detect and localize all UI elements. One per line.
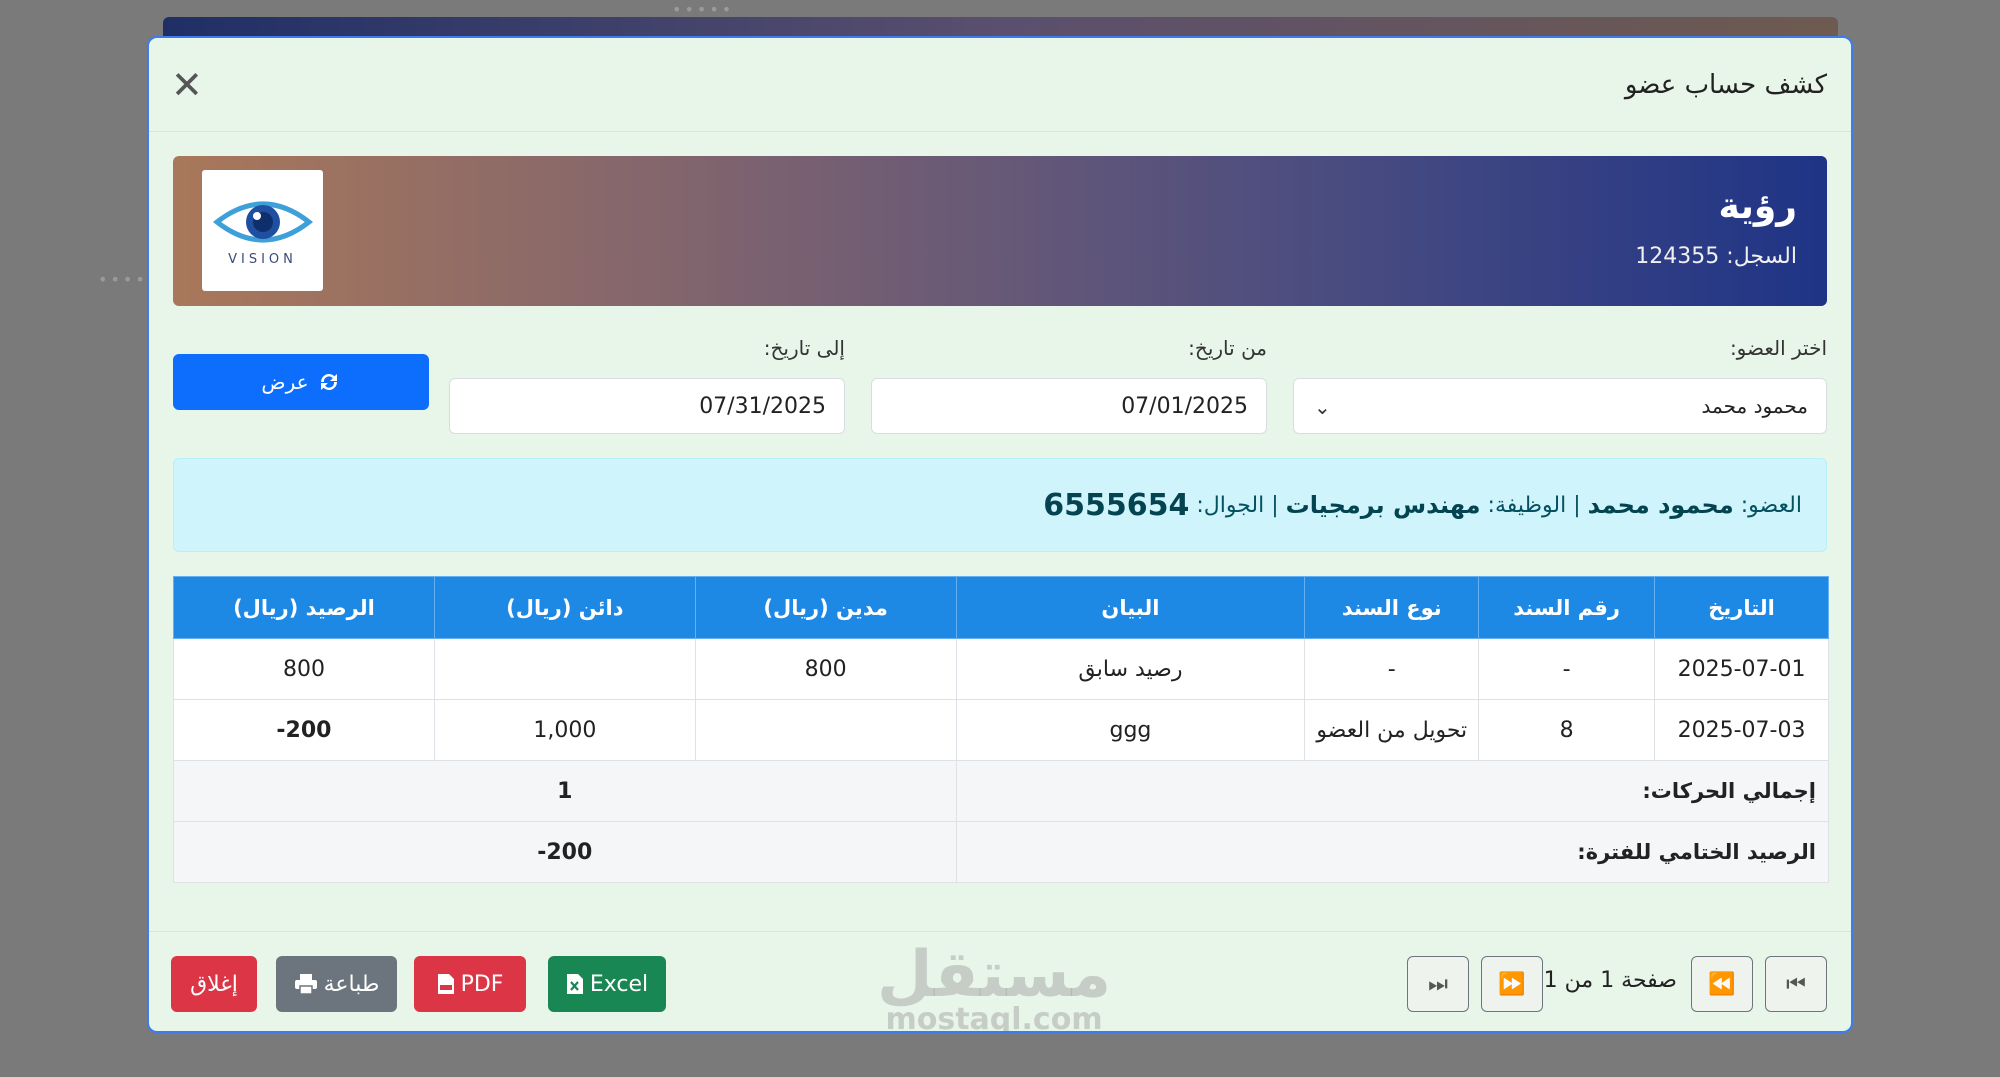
close-icon[interactable]: ✕ (171, 66, 203, 104)
organization-name: رؤية (1718, 186, 1797, 227)
column-header-balance: الرصيد (ريال) (173, 576, 435, 639)
show-button[interactable]: عرض (173, 354, 429, 410)
phone-label: الجوال: (1196, 492, 1265, 518)
excel-button-label: Excel (589, 971, 649, 997)
member-select-label: اختر العضو: (1729, 336, 1827, 360)
vision-logo: VISION (202, 170, 323, 291)
watermark: مستقل mostaql.com (877, 938, 1112, 1033)
member-select[interactable]: محمود محمد ⌄ (1293, 378, 1827, 434)
registry-number: السجل: 124355 (1635, 244, 1797, 269)
from-date-label: من تاريخ: (1188, 336, 1267, 360)
job-value: مهندس برمجيات (1285, 491, 1481, 519)
cell-voucher-number: - (1478, 638, 1656, 700)
logo-text: VISION (228, 252, 297, 267)
cell-credit (433, 638, 696, 700)
to-date-input[interactable]: 07/31/2025 (449, 378, 845, 434)
modal-title: كشف حساب عضو (1624, 69, 1827, 100)
rewind-icon: ⏪ (1708, 971, 1736, 997)
closing-balance-label: الرصيد الختامي للفترة: (955, 821, 1830, 883)
table-row: 2025-07-01 - - رصيد سابق 800 800 (173, 638, 1829, 700)
registry-value: 124355 (1635, 244, 1720, 269)
background-dots: •••• (98, 270, 148, 289)
registry-label: السجل: (1726, 244, 1797, 269)
from-date-value: 07/01/2025 (1121, 393, 1248, 419)
cell-balance: 200- (173, 699, 435, 761)
table-header-row: التاريخ رقم السند نوع السند البيان مدين … (173, 576, 1829, 639)
table-row: 2025-07-03 8 تحويل من العضو ggg 1,000 20… (173, 699, 1829, 761)
closing-balance-value: 200- (173, 821, 957, 883)
total-transactions-value: 1 (173, 760, 957, 822)
cell-credit: 1,000 (433, 699, 696, 761)
cell-balance: 800 (173, 638, 435, 700)
print-button-label: طباعة (323, 971, 380, 997)
column-header-credit: دائن (ريال) (433, 576, 696, 639)
background-dots: ••••• (672, 0, 735, 19)
separator: | (1573, 492, 1581, 518)
closing-balance-row: الرصيد الختامي للفترة: 200- (173, 821, 1830, 883)
last-page-icon: ⏭ (1428, 971, 1448, 997)
cell-description: رصيد سابق (955, 638, 1306, 700)
account-statement-modal: كشف حساب عضو ✕ رؤية السجل: 124355 VISION… (147, 36, 1853, 1033)
fast-forward-icon: ⏩ (1498, 971, 1526, 997)
job-label: الوظيفة: (1487, 492, 1567, 518)
first-page-button[interactable]: ⏮ (1765, 956, 1827, 1012)
member-name: محمود محمد (1587, 491, 1734, 519)
first-page-icon: ⏮ (1786, 971, 1806, 997)
from-date-input[interactable]: 07/01/2025 (871, 378, 1267, 434)
member-select-value: محمود محمد (1701, 394, 1808, 418)
refresh-icon (320, 374, 337, 390)
next-page-button[interactable]: ⏩ (1481, 956, 1543, 1012)
printer-icon (294, 974, 317, 995)
phone-value: 6555654 (1043, 487, 1190, 523)
modal-header: كشف حساب عضو ✕ (149, 38, 1851, 132)
cell-debit: 800 (694, 638, 957, 700)
excel-button[interactable]: Excel (548, 956, 666, 1012)
to-date-value: 07/31/2025 (699, 393, 826, 419)
close-button[interactable]: إغلاق (171, 956, 257, 1012)
previous-page-button[interactable]: ⏪ (1691, 956, 1753, 1012)
cell-voucher-type: تحويل من العضو (1304, 699, 1480, 761)
last-page-button[interactable]: ⏭ (1407, 956, 1469, 1012)
column-header-debit: مدين (ريال) (694, 576, 957, 639)
pdf-button-label: PDF (460, 971, 504, 997)
cell-date: 2025-07-01 (1654, 638, 1829, 700)
print-button[interactable]: طباعة (276, 956, 397, 1012)
transactions-table: التاريخ رقم السند نوع السند البيان مدين … (173, 576, 1830, 883)
cell-date: 2025-07-03 (1654, 699, 1829, 761)
page-info: صفحة 1 من 1 (1543, 968, 1677, 993)
chevron-down-icon: ⌄ (1314, 395, 1331, 419)
file-pdf-icon (437, 974, 454, 994)
cell-voucher-number: 8 (1478, 699, 1656, 761)
cell-voucher-type: - (1304, 638, 1480, 700)
pdf-button[interactable]: PDF (414, 956, 526, 1012)
file-excel-icon (566, 974, 583, 994)
eye-icon (212, 201, 313, 243)
member-label: العضو: (1740, 492, 1802, 518)
separator: | (1271, 492, 1279, 518)
column-header-date: التاريخ (1654, 576, 1829, 639)
cell-description: ggg (955, 699, 1306, 761)
watermark-url: mostaql.com (885, 1002, 1103, 1033)
column-header-description: البيان (955, 576, 1306, 639)
cell-debit (694, 699, 957, 761)
column-header-voucher-number: رقم السند (1478, 576, 1656, 639)
member-info-alert: العضو: محمود محمد | الوظيفة: مهندس برمجي… (173, 458, 1827, 552)
total-transactions-label: إجمالي الحركات: (955, 760, 1830, 822)
organization-banner: رؤية السجل: 124355 VISION (173, 156, 1827, 306)
column-header-voucher-type: نوع السند (1304, 576, 1480, 639)
show-button-label: عرض (261, 370, 309, 394)
total-transactions-row: إجمالي الحركات: 1 (173, 760, 1830, 822)
watermark-arabic: مستقل (877, 938, 1112, 1012)
close-button-label: إغلاق (190, 971, 238, 997)
to-date-label: إلى تاريخ: (763, 336, 845, 360)
